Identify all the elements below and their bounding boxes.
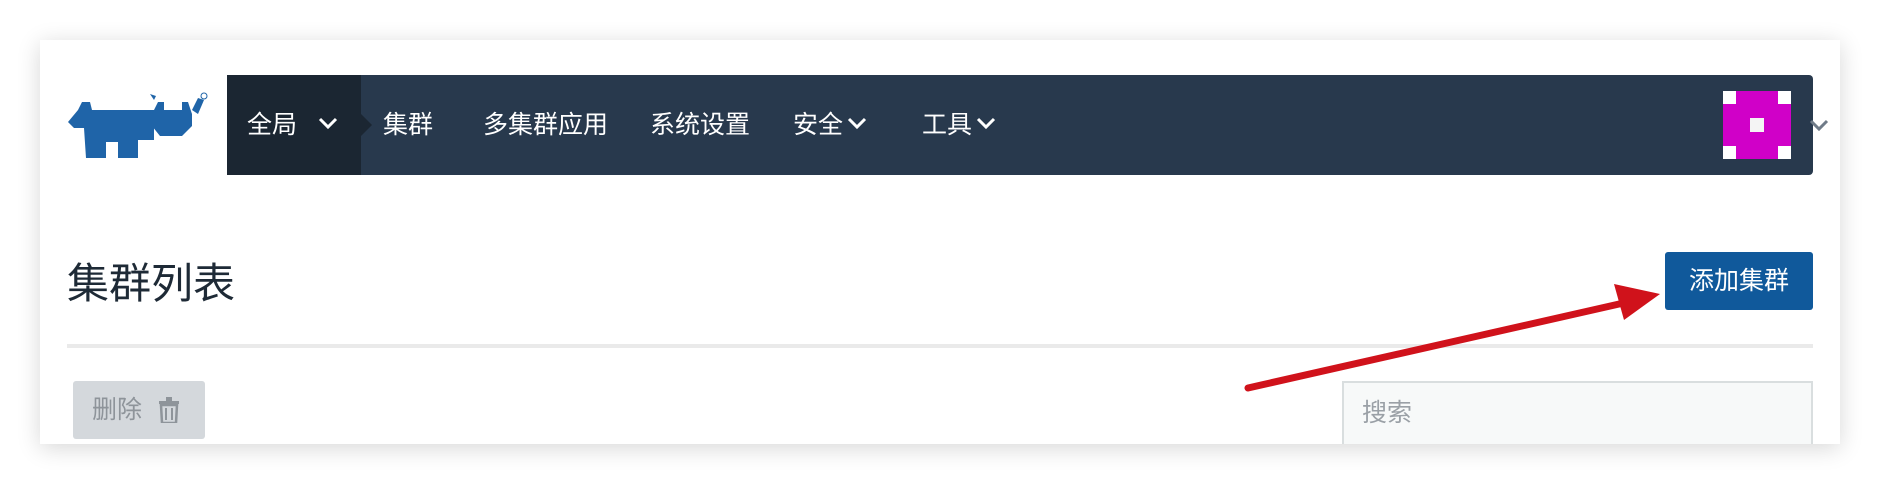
chevron-down-icon xyxy=(976,117,996,130)
delete-button[interactable]: 删除 xyxy=(73,381,205,439)
search-input[interactable] xyxy=(1344,383,1811,441)
nav-item-cluster[interactable]: 集群 xyxy=(383,75,433,175)
nav-global-tab[interactable]: 全局 xyxy=(227,75,372,175)
page-title: 集群列表 xyxy=(67,259,236,308)
chevron-down-icon xyxy=(318,117,338,130)
nav-item-system-settings[interactable]: 系统设置 xyxy=(650,75,750,175)
app-window: 全局 集群 多集群应用 系统设置 安全 工具 集群列表 添加集群 删除 搜索 xyxy=(40,40,1840,444)
chevron-down-icon[interactable] xyxy=(1808,114,1830,136)
add-cluster-button[interactable]: 添加集群 xyxy=(1665,252,1813,310)
trash-icon xyxy=(159,397,179,423)
user-avatar[interactable] xyxy=(1723,91,1791,159)
delete-label: 删除 xyxy=(92,395,143,424)
rancher-logo-icon[interactable] xyxy=(68,92,208,160)
nav-tools-label: 工具 xyxy=(922,110,973,139)
divider xyxy=(67,344,1813,348)
nav-item-multi-cluster-apps[interactable]: 多集群应用 xyxy=(483,75,608,175)
nav-global-label: 全局 xyxy=(247,110,298,139)
search-field xyxy=(1342,381,1813,444)
nav-security-label: 安全 xyxy=(793,110,844,139)
chevron-down-icon xyxy=(847,117,867,130)
top-navbar: 全局 集群 多集群应用 系统设置 安全 工具 xyxy=(227,75,1829,175)
